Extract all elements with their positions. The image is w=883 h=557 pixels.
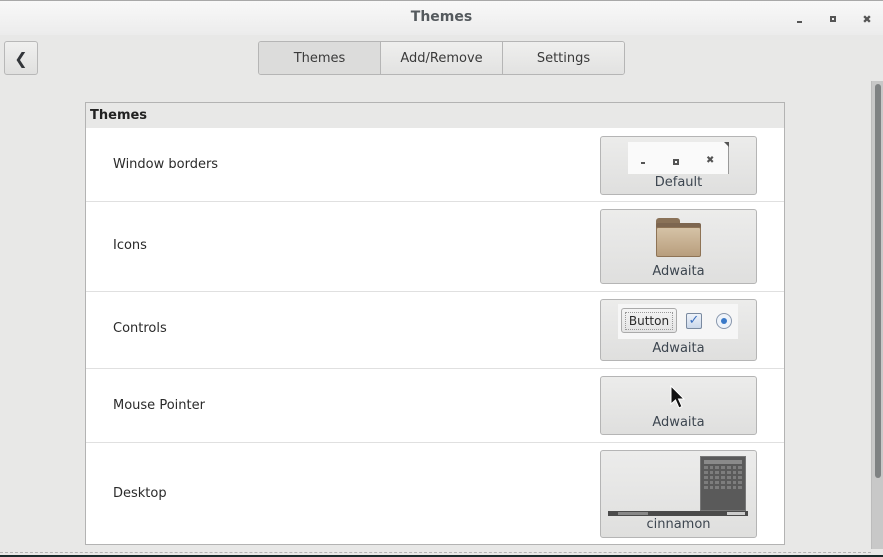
title-bar[interactable]: Themes ✖ [0, 1, 883, 35]
tab-bar: Themes Add/Remove Settings [258, 41, 625, 75]
chooser-value: cinnamon [646, 517, 711, 532]
bottom-divider [0, 552, 871, 553]
row-label: Desktop [113, 486, 167, 501]
row-label: Controls [113, 321, 167, 336]
chooser-value: Adwaita [652, 264, 705, 279]
calendar-applet-preview [700, 456, 746, 511]
panel-header: Themes [86, 103, 784, 128]
row-label: Window borders [113, 157, 219, 172]
sample-button: Button [621, 308, 677, 333]
window-borders-chooser[interactable]: ✖ Default [600, 136, 757, 195]
window-title: Themes [410, 9, 473, 25]
theme-row-mouse-pointer: Mouse Pointer Adwaita [86, 369, 784, 443]
themes-panel: Themes Window borders ✖ Default Icons Ad… [85, 102, 785, 545]
folder-icon [656, 218, 701, 258]
theme-row-icons: Icons Adwaita [86, 202, 784, 292]
minimize-button[interactable] [791, 11, 807, 27]
tab-themes[interactable]: Themes [259, 42, 380, 74]
back-button[interactable]: ❮ [4, 41, 38, 75]
vertical-scrollbar[interactable] [871, 81, 883, 549]
chooser-value: Adwaita [652, 415, 705, 430]
minimize-icon [796, 21, 802, 23]
controls-preview: Button ✓ [618, 304, 738, 339]
theme-row-window-borders: Window borders ✖ Default [86, 128, 784, 202]
minimize-icon [641, 162, 645, 164]
window-buttons-preview: ✖ [628, 142, 729, 174]
themes-window: Themes ✖ ❮ Themes Add/Remove Settings Th… [0, 0, 883, 557]
controls-chooser[interactable]: Button ✓ Adwaita [600, 299, 757, 361]
theme-row-controls: Controls Button ✓ Adwaita [86, 292, 784, 369]
chooser-value: Default [654, 175, 703, 190]
checkbox-icon: ✓ [686, 313, 702, 329]
desktop-panel-preview [608, 511, 748, 516]
theme-row-desktop: Desktop cinnamon [86, 443, 784, 544]
scrollbar-thumb[interactable] [875, 84, 881, 478]
desktop-preview [608, 456, 748, 516]
row-label: Icons [113, 238, 147, 253]
chevron-left-icon: ❮ [14, 48, 28, 68]
chooser-value: Adwaita [652, 341, 705, 356]
radio-icon [716, 313, 732, 329]
close-icon: ✖ [862, 12, 872, 26]
maximize-button[interactable] [825, 11, 841, 27]
row-label: Mouse Pointer [113, 398, 205, 413]
mouse-pointer-chooser[interactable]: Adwaita [600, 376, 757, 435]
tab-add-remove[interactable]: Add/Remove [380, 42, 502, 74]
tab-settings[interactable]: Settings [502, 42, 624, 74]
close-button[interactable]: ✖ [859, 11, 875, 27]
cursor-icon [670, 385, 686, 409]
icons-chooser[interactable]: Adwaita [600, 209, 757, 284]
desktop-chooser[interactable]: cinnamon [600, 450, 757, 538]
maximize-icon [830, 16, 836, 22]
maximize-icon [673, 159, 679, 165]
close-icon: ✖ [706, 155, 715, 166]
